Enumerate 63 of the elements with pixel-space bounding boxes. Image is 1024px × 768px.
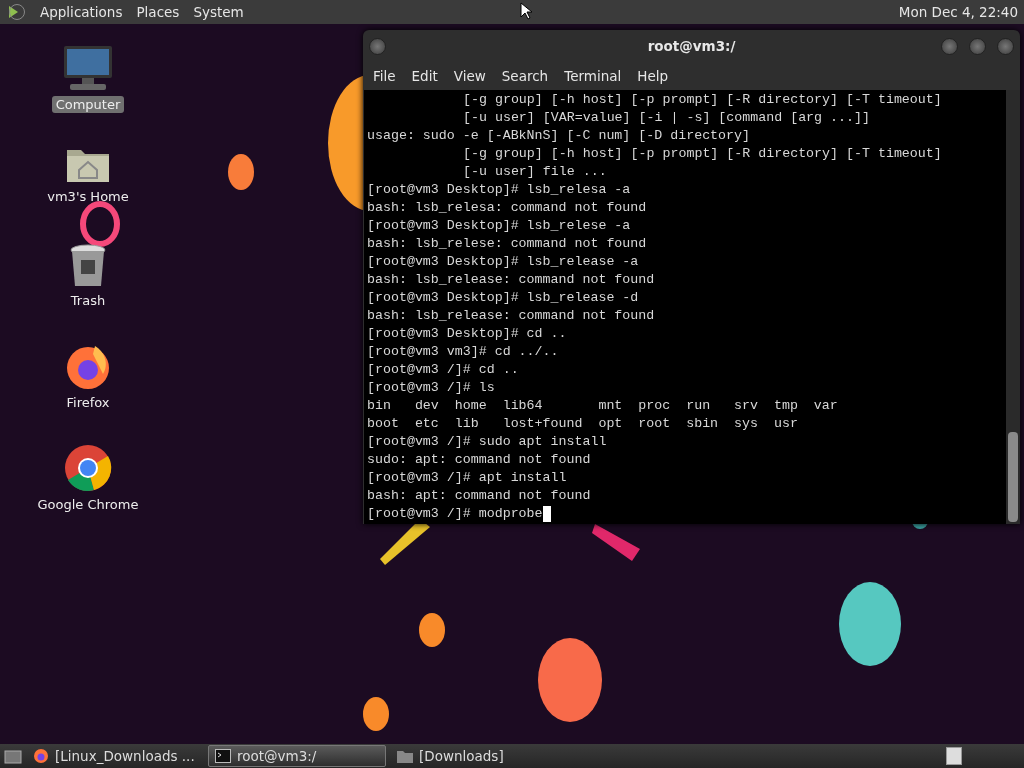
maximize-button[interactable] [969, 38, 986, 55]
chrome-icon [64, 444, 112, 492]
terminal-line: bash: lsb_release: command not found [367, 271, 655, 289]
taskbar-button[interactable]: [Downloads] [390, 745, 568, 767]
close-button[interactable] [997, 38, 1014, 55]
terminal-line: bash: lsb_release: command not found [367, 307, 655, 325]
panel-menu[interactable]: Applications [40, 4, 123, 20]
terminal-line: [-u user] file ... [463, 163, 607, 181]
terminal-line: bash: lsb_relese: command not found [367, 235, 647, 253]
menu-item[interactable]: File [365, 68, 404, 84]
terminal-line: [-g group] [-h host] [-p prompt] [-R directory] [-T timeout] [463, 91, 942, 109]
taskbar-button[interactable]: root@vm3:/ [208, 745, 386, 767]
terminal-line: boot etc lib lost+found opt root sbin sys usr [367, 415, 798, 433]
desktop-icon-label[interactable]: Firefox [62, 394, 114, 411]
taskbar-button[interactable]: [Linux_Downloads ... [26, 745, 204, 767]
terminal-line: [root@vm3 Desktop]# lsb_release -d [367, 289, 639, 307]
terminal-line: [root@vm3 Desktop]# cd .. [367, 325, 567, 343]
menu-item[interactable]: View [445, 68, 494, 84]
firefox-icon [33, 748, 49, 764]
mouse-pointer-icon [520, 2, 532, 20]
menu-item[interactable]: Help [629, 68, 677, 84]
terminal-line: [root@vm3 Desktop]# lsb_release -a [367, 253, 639, 271]
balloon-shape [363, 697, 389, 731]
desktop-icon-label[interactable]: Trash [66, 292, 110, 309]
panel-menu[interactable]: Places [136, 4, 180, 20]
menu-item[interactable]: Terminal [556, 68, 630, 84]
terminal-line: usage: sudo -e [-ABkNnS] [-C num] [-D directory] [367, 127, 750, 145]
balloon-shape [419, 613, 445, 647]
panel-menu[interactable]: System [193, 4, 244, 20]
desktop-icon-label[interactable]: Computer [51, 96, 125, 113]
firefox-icon [65, 344, 111, 390]
trash-icon [69, 244, 107, 288]
window-title: root@vm3:/ [647, 38, 736, 54]
terminal-line: [root@vm3 Desktop]# lsb_relese -a [367, 217, 631, 235]
terminal-icon [215, 749, 231, 763]
distro-logo-icon[interactable] [6, 3, 26, 21]
scrollbar[interactable] [1006, 90, 1020, 524]
terminal-line: bin dev home lib64 mnt proc run srv tmp var [367, 397, 838, 415]
terminal-line: sudo: apt: command not found [367, 451, 591, 469]
terminal-line: [root@vm3 /]# sudo apt install [367, 433, 607, 451]
terminal-line: bash: apt: command not found [367, 487, 591, 505]
ring-shape [80, 201, 120, 247]
terminal-line: [-u user] [VAR=value] [-i | -s] [command [arg ...]] [463, 109, 870, 127]
desktop-icon-label[interactable]: vm3's Home [43, 188, 133, 205]
balloon-shape [228, 154, 254, 190]
menu-item[interactable]: Edit [403, 68, 446, 84]
terminal-line: [-g group] [-h host] [-p prompt] [-R directory] [-T timeout] [463, 145, 942, 163]
minimize-button[interactable] [941, 38, 958, 55]
terminal-line: [root@vm3 Desktop]# lsb_relesa -a [367, 181, 631, 199]
workspace-switcher[interactable] [946, 747, 962, 765]
terminal-line: [root@vm3 /]# ls [367, 379, 495, 397]
terminal-line: bash: lsb_relesa: command not found [367, 199, 647, 217]
terminal-line: [root@vm3 /]# cd .. [367, 361, 519, 379]
desktop-icon-label[interactable]: Google Chrome [33, 496, 143, 513]
clock[interactable]: Mon Dec 4, 22:40 [898, 4, 1018, 20]
show-desktop-icon[interactable] [4, 748, 22, 764]
terminal-line: [root@vm3 vm3]# cd ../.. [367, 343, 559, 361]
terminal-line: [root@vm3 /]# modprobe [367, 505, 543, 523]
terminal-line: [root@vm3 /]# apt install [367, 469, 567, 487]
computer-icon [62, 44, 114, 92]
menu-item[interactable]: Search [493, 68, 557, 84]
window-menu-button[interactable] [369, 38, 386, 55]
folder-icon [397, 749, 413, 763]
